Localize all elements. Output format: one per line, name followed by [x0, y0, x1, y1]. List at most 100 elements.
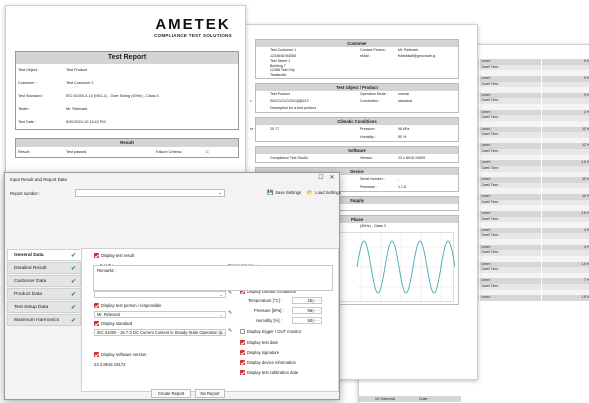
humidity-input[interactable]: 50 ◎ ⋯	[292, 317, 322, 324]
software-section: Software Compliance Test Studio Version …	[255, 145, 459, 163]
maximize-button[interactable]: ☐	[317, 175, 325, 182]
ametek-logo: AMETEK COMPLIANCE TEST SOLUTIONS	[154, 16, 232, 38]
test-lab-dropdown[interactable]: ⌄	[94, 291, 226, 298]
close-button[interactable]: ✕	[328, 175, 336, 182]
temperature-label-fragment: re :	[250, 126, 256, 131]
firmware-label: Firmware :	[360, 184, 377, 189]
checkbox-label: Display test result	[101, 253, 135, 258]
save-settings-label: Save Settings	[275, 190, 302, 195]
harmonic-order-field: Order :	[419, 397, 430, 401]
harmonic-order-row: 16: Harmonic Order :	[359, 396, 461, 402]
display-test-date-checkbox[interactable]: Display test date	[240, 340, 278, 345]
display-device-info-checkbox[interactable]: Display device information	[240, 360, 296, 365]
test-person-value: Mr. Relevant	[97, 312, 120, 317]
dialog-title: Input Result and Report Data	[10, 177, 67, 182]
remarks-label: Remarks :	[97, 268, 117, 273]
checkmark-icon: ✔	[70, 253, 76, 259]
logo-wordmark: AMETEK	[155, 16, 231, 33]
save-settings-button[interactable]: 💾 Save Settings	[267, 189, 301, 197]
checkbox-label: Display software version :	[101, 352, 149, 357]
sidebar-item-label: Customer Data	[14, 279, 47, 284]
sidebar-item-test-setup-data[interactable]: Test Setup Data ✔	[7, 301, 81, 313]
display-test-person-checkbox[interactable]: Display test person / responsible	[94, 303, 162, 308]
checkbox-label: Display trigger / OUT monitor	[247, 329, 302, 334]
operation-mode-label: Operation Mode :	[360, 91, 388, 96]
edit-pencil-icon[interactable]: ✎	[228, 310, 232, 316]
spin-icon: ◎ ⋯	[311, 318, 320, 323]
connection-value: standard	[398, 98, 412, 103]
customer-country: Testlandia	[270, 72, 287, 77]
chevron-down-icon: ⌄	[219, 330, 223, 335]
humidity-label: Humidity :	[360, 134, 376, 139]
report-info-label: Tester :	[18, 107, 31, 111]
sidebar-item-customer-data[interactable]: Customer Data ✔	[7, 275, 81, 287]
firmware-value: 1.1.8	[398, 184, 406, 189]
checkbox-label: Display test calibration date	[247, 370, 299, 375]
pressure-input[interactable]: 96 ◎ ⋯	[292, 307, 322, 314]
checkbox-checked-icon	[240, 340, 245, 345]
sidebar-item-detailed-result[interactable]: Detailed Result ✔	[7, 262, 81, 274]
report-number-dropdown[interactable]: ⌄	[75, 189, 225, 197]
spin-icon: ◎ ⋯	[311, 298, 320, 303]
checkbox-label: Display test person / responsible	[101, 303, 162, 308]
checkmark-icon: ✔	[70, 305, 76, 311]
report-info-row: Test Date : 5/30/2024 12:13:42 PM	[16, 116, 238, 129]
software-version-label: Version :	[360, 155, 374, 160]
pressure-label: Pressure :	[360, 126, 377, 131]
result-header: Result	[16, 139, 238, 147]
object-name: Test Product	[270, 91, 290, 96]
create-report-button[interactable]: Create Report	[151, 389, 191, 398]
sidebar-item-label: General Data	[14, 253, 44, 258]
edit-pencil-icon[interactable]: ✎	[228, 328, 232, 334]
device-serial-value: -	[398, 176, 400, 181]
load-settings-button[interactable]: 📂 Load Settings	[307, 189, 341, 197]
report-info-row: Test Standard : IEC 61000-4-13 (NS1-1) - …	[16, 90, 238, 103]
temperature-input[interactable]: 25 ◎ ⋯	[292, 297, 322, 304]
temperature-label: Temperature [°C] :	[248, 298, 283, 303]
report-title: Test Report	[16, 52, 238, 64]
sidebar-item-maximum-harmonics[interactable]: Maximum Harmonics ✔	[7, 314, 81, 326]
display-trigger-checkbox[interactable]: Display trigger / OUT monitor	[240, 329, 301, 334]
checkmark-icon: ✔	[70, 279, 76, 285]
harmonics-table: 2 sLevel :5 % Vn180 °Dwell Time :5 s1 s3…	[461, 59, 589, 301]
pressure-value: 96 kPa	[398, 126, 410, 131]
object-description: Description for a test product	[270, 105, 316, 110]
failure-criteria-label: Failure Criteria :	[156, 150, 184, 154]
pressure-label: Pressure [kPa] :	[254, 308, 284, 313]
report-info-row: Customer : Test Customer 1	[16, 77, 238, 90]
display-calibration-checkbox[interactable]: Display test calibration date	[240, 370, 298, 375]
report-data-dialog: Input Result and Report Data ☐ ✕ Report …	[4, 172, 341, 400]
software-version-value: 23.2.8916.19172	[94, 362, 126, 367]
spin-icon: ◎ ⋯	[311, 308, 320, 313]
failure-criteria-value: C	[206, 150, 209, 154]
display-signature-checkbox[interactable]: Display signature	[240, 350, 279, 355]
result-label: Result :	[18, 150, 31, 154]
operation-mode-value: normal	[398, 91, 409, 96]
checkbox-label: Display signature	[247, 350, 280, 355]
report-info-value: 5/30/2024 12:13:42 PM	[66, 120, 106, 124]
report-info-value: Test Product	[66, 68, 88, 72]
waveform-grid	[357, 232, 455, 301]
standard-dropdown[interactable]: IEC 61000 - 16-7-3 DC Current Content in…	[94, 329, 226, 336]
display-standard-checkbox[interactable]: Display standard	[94, 321, 132, 326]
display-software-version-checkbox[interactable]: Display software version :	[94, 352, 149, 357]
remarks-textarea[interactable]	[93, 265, 333, 291]
harmonic-label-cell: Level :	[478, 295, 541, 301]
no-report-button[interactable]: No Report	[195, 389, 225, 398]
sidebar-item-product-data[interactable]: Product Data ✔	[7, 288, 81, 300]
report-info-value: IEC 61000-4-13 (NS1-1) - Over Swing (50H…	[66, 94, 159, 98]
report-info-value: Mr. Relevant	[66, 107, 88, 111]
test-person-dropdown[interactable]: Mr. Relevant ⌄	[94, 311, 226, 318]
section-header: Climatic Conditions	[256, 117, 458, 125]
checkbox-label: Display standard	[101, 321, 133, 326]
checkmark-icon: ✔	[70, 318, 76, 324]
display-test-result-checkbox[interactable]: Display test result	[94, 253, 134, 258]
checkbox-label: Display test date	[247, 340, 278, 345]
harmonic-value-cell: 1.5 % Vn	[540, 295, 589, 301]
sidebar-item-label: Test Setup Data	[14, 305, 49, 310]
test-object-section: Test Object / Product Test Product Opera…	[250, 82, 459, 113]
sidebar-item-general-data[interactable]: General Data ✔	[7, 249, 81, 261]
logo-subtitle: COMPLIANCE TEST SOLUTIONS	[153, 33, 232, 38]
harmonic-order-label: 16: Harmonic	[375, 397, 396, 401]
object-serial: SN12121212541j5j5212	[270, 98, 309, 103]
